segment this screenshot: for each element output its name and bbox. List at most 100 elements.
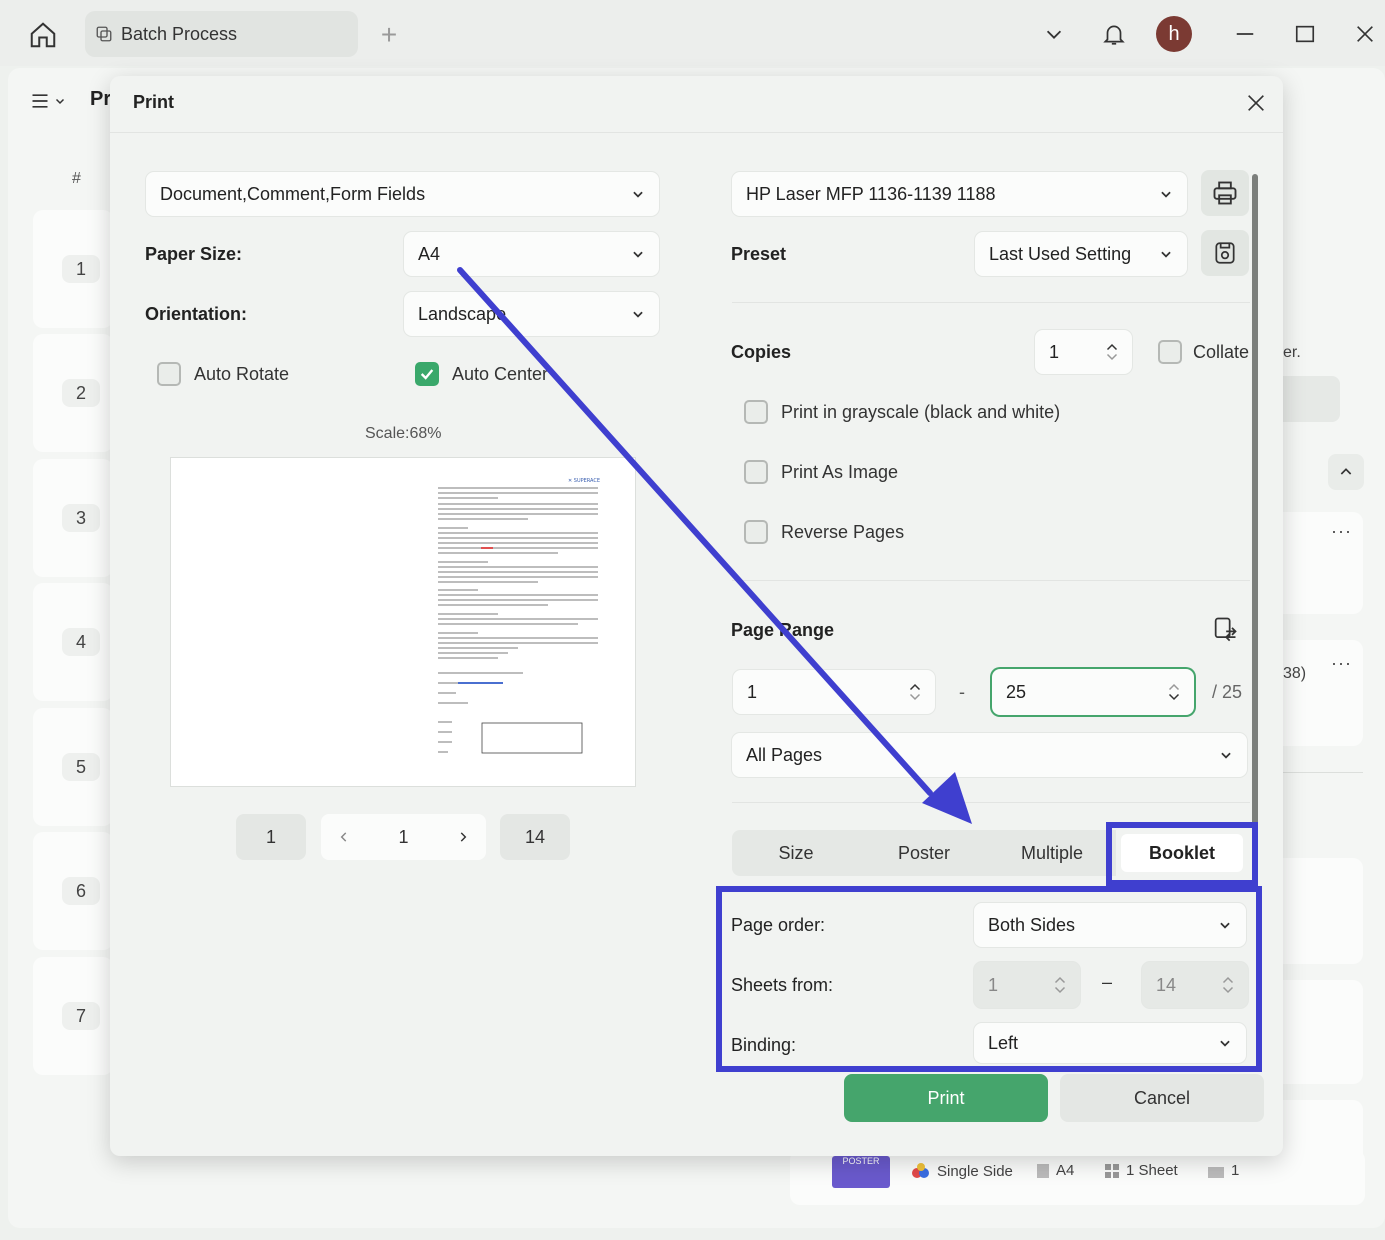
- dialog-close-button[interactable]: [1238, 86, 1274, 120]
- tab-multiple[interactable]: Multiple: [988, 843, 1116, 864]
- close-icon: [1357, 26, 1373, 42]
- paper-size-select[interactable]: A4: [404, 232, 659, 276]
- chevron-down-icon: [633, 191, 643, 198]
- grayscale-label: Print in grayscale (black and white): [781, 402, 1061, 422]
- chevron-down-icon[interactable]: [1168, 693, 1180, 701]
- current-page-value[interactable]: 1: [398, 827, 408, 848]
- menu-button[interactable]: [30, 86, 74, 116]
- grayscale-checkbox[interactable]: [744, 400, 768, 424]
- range-to-stepper[interactable]: 25: [992, 669, 1194, 715]
- save-icon: [1215, 242, 1235, 264]
- printer-properties-button[interactable]: [1201, 170, 1249, 216]
- reverse-pages-label: Reverse Pages: [781, 522, 905, 542]
- range-from-stepper[interactable]: 1: [733, 670, 935, 714]
- svg-text:✕ SUPERACE: ✕ SUPERACE: [568, 478, 600, 484]
- stepper-arrows[interactable]: [1168, 683, 1180, 701]
- avatar-letter: h: [1168, 22, 1180, 45]
- stepper-arrows[interactable]: [909, 683, 921, 701]
- dropdown-button[interactable]: [1034, 16, 1074, 52]
- preset-value: Last Used Setting: [989, 243, 1132, 264]
- collapse-button[interactable]: [1328, 454, 1364, 490]
- poster-thumbnail-label: POSTER: [842, 1156, 880, 1166]
- print-button[interactable]: Print: [844, 1074, 1048, 1122]
- page-icon: [1037, 1163, 1049, 1178]
- scrollbar[interactable]: [1252, 174, 1258, 834]
- stack-icon: [1208, 1166, 1224, 1178]
- content-select-value: Document,Comment,Form Fields: [160, 183, 426, 204]
- tab-poster[interactable]: Poster: [860, 843, 988, 864]
- check-icon: [420, 369, 434, 380]
- pages-select[interactable]: All Pages: [732, 733, 1247, 777]
- more-icon[interactable]: ···: [1331, 521, 1352, 542]
- poster-thumbnail: POSTER: [832, 1156, 890, 1188]
- chevron-down-icon: [1161, 251, 1171, 258]
- reverse-pages-checkbox[interactable]: [744, 520, 768, 544]
- auto-rotate-label: Auto Rotate: [194, 364, 290, 384]
- page-navigator[interactable]: 1: [321, 814, 486, 860]
- printer-icon: [1213, 181, 1237, 205]
- background-text: 38): [1283, 665, 1307, 682]
- home-button[interactable]: [22, 16, 64, 54]
- chevron-down-icon: [1221, 752, 1231, 759]
- copies-label: Copies: [731, 342, 792, 362]
- auto-rotate-checkbox[interactable]: [157, 362, 181, 386]
- minimize-icon: [1236, 33, 1254, 35]
- tab-batch-process[interactable]: Batch Process: [85, 11, 358, 57]
- new-tab-button[interactable]: +: [372, 19, 406, 50]
- preset-select[interactable]: Last Used Setting: [975, 232, 1187, 276]
- scale-label: Scale:68%: [365, 425, 442, 442]
- collate-label: Collate: [1193, 342, 1250, 362]
- first-page-button[interactable]: 1: [236, 814, 306, 860]
- divider: [732, 802, 1250, 803]
- avatar[interactable]: h: [1156, 16, 1192, 52]
- copies-value: 1: [1049, 341, 1060, 362]
- maximize-button[interactable]: [1285, 16, 1325, 52]
- copies-stepper[interactable]: 1: [1035, 330, 1132, 374]
- chevron-down-icon[interactable]: [909, 693, 921, 701]
- collate-checkbox[interactable]: [1158, 340, 1182, 364]
- last-page-button[interactable]: 14: [500, 814, 570, 860]
- print-as-image-label: Print As Image: [781, 462, 899, 482]
- paper-size-label: Paper Size:: [145, 244, 243, 264]
- batch-icon: [96, 26, 112, 42]
- dialog-title: Print: [133, 92, 175, 112]
- chevron-up-icon[interactable]: [909, 683, 921, 691]
- close-window-button[interactable]: [1345, 16, 1385, 52]
- copies-info: 1: [1207, 1162, 1239, 1179]
- sides-info: Single Side: [911, 1162, 1013, 1180]
- first-page-label: 1: [265, 826, 276, 847]
- notifications-button[interactable]: [1094, 16, 1134, 52]
- pages-select-value: All Pages: [746, 744, 823, 765]
- cancel-button[interactable]: Cancel: [1060, 1074, 1264, 1122]
- plus-icon: +: [380, 19, 398, 50]
- booklet-tab-highlight: [1106, 822, 1258, 886]
- chevron-up-icon[interactable]: [1168, 683, 1180, 691]
- chevron-right-icon[interactable]: [456, 829, 470, 845]
- row-number: 6: [62, 877, 100, 905]
- auto-center-checkbox[interactable]: [415, 362, 439, 386]
- preset-label: Preset: [731, 244, 787, 264]
- minimize-button[interactable]: [1225, 16, 1265, 52]
- stepper-arrows[interactable]: [1106, 343, 1118, 361]
- printer-select[interactable]: HP Laser MFP 1136-1139 1188: [732, 172, 1187, 216]
- save-preset-button[interactable]: [1201, 230, 1249, 276]
- auto-center-label: Auto Center: [452, 364, 549, 384]
- background-text: er.: [1283, 344, 1301, 361]
- content-select[interactable]: Document,Comment,Form Fields: [146, 172, 659, 216]
- chevron-down-icon: [1161, 191, 1171, 198]
- orientation-select[interactable]: Landscape: [404, 292, 659, 336]
- tab-size[interactable]: Size: [732, 843, 860, 864]
- column-header-number: #: [72, 170, 81, 187]
- printer-value: HP Laser MFP 1136-1139 1188: [746, 183, 996, 204]
- swap-range-button[interactable]: [1208, 612, 1242, 646]
- range-to-value: 25: [1006, 681, 1027, 702]
- chevron-up-icon[interactable]: [1106, 343, 1118, 351]
- document-thumbnail: ✕ SUPERACE: [438, 478, 600, 754]
- print-as-image-checkbox[interactable]: [744, 460, 768, 484]
- more-icon[interactable]: ···: [1331, 653, 1352, 674]
- chevron-left-icon[interactable]: [337, 829, 351, 845]
- paper-size-value: A4: [418, 243, 441, 264]
- chevron-down-icon: [1046, 30, 1062, 39]
- chevron-down-icon[interactable]: [1106, 353, 1118, 361]
- chevron-down-icon: [633, 311, 643, 318]
